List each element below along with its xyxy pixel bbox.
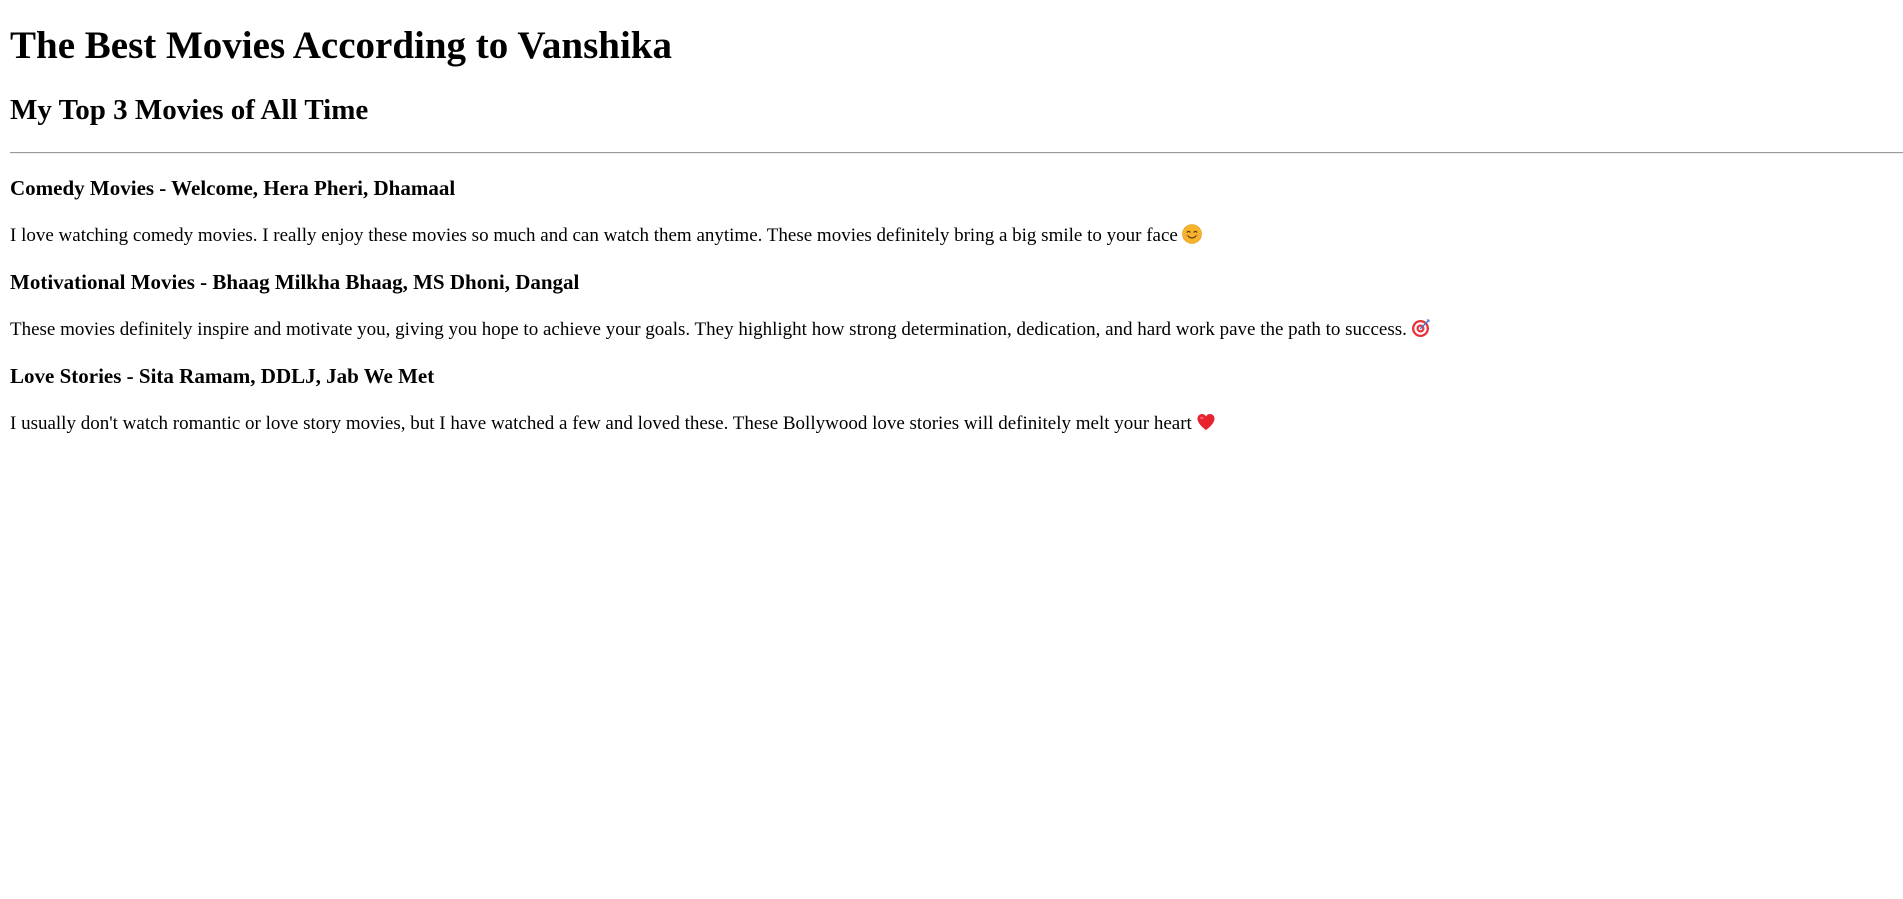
page-title: The Best Movies According to Vanshika xyxy=(10,24,672,67)
target-dart-icon xyxy=(1411,319,1430,337)
section-love: Love Stories - Sita Ramam, DDLJ, Jab We … xyxy=(10,363,1893,436)
section-heading: Motivational Movies - Bhaag Milkha Bhaag… xyxy=(10,270,580,294)
section-text: I love watching comedy movies. I really … xyxy=(10,224,1893,248)
section-text: These movies definitely inspire and moti… xyxy=(10,318,1893,342)
smiling-face-icon xyxy=(1182,224,1202,244)
page-subtitle: My Top 3 Movies of All Time xyxy=(10,94,369,126)
red-heart-icon xyxy=(1197,414,1215,430)
divider xyxy=(10,152,1903,154)
section-comedy: Comedy Movies - Welcome, Hera Pheri, Dha… xyxy=(10,175,1893,248)
section-heading: Comedy Movies - Welcome, Hera Pheri, Dha… xyxy=(10,176,456,200)
section-motivational: Motivational Movies - Bhaag Milkha Bhaag… xyxy=(10,269,1893,342)
section-text-body: These movies definitely inspire and moti… xyxy=(10,319,1407,340)
section-text-body: I love watching comedy movies. I really … xyxy=(10,225,1178,246)
section-heading: Love Stories - Sita Ramam, DDLJ, Jab We … xyxy=(10,364,435,388)
section-text-body: I usually don't watch romantic or love s… xyxy=(10,413,1192,434)
section-text: I usually don't watch romantic or love s… xyxy=(10,412,1893,436)
